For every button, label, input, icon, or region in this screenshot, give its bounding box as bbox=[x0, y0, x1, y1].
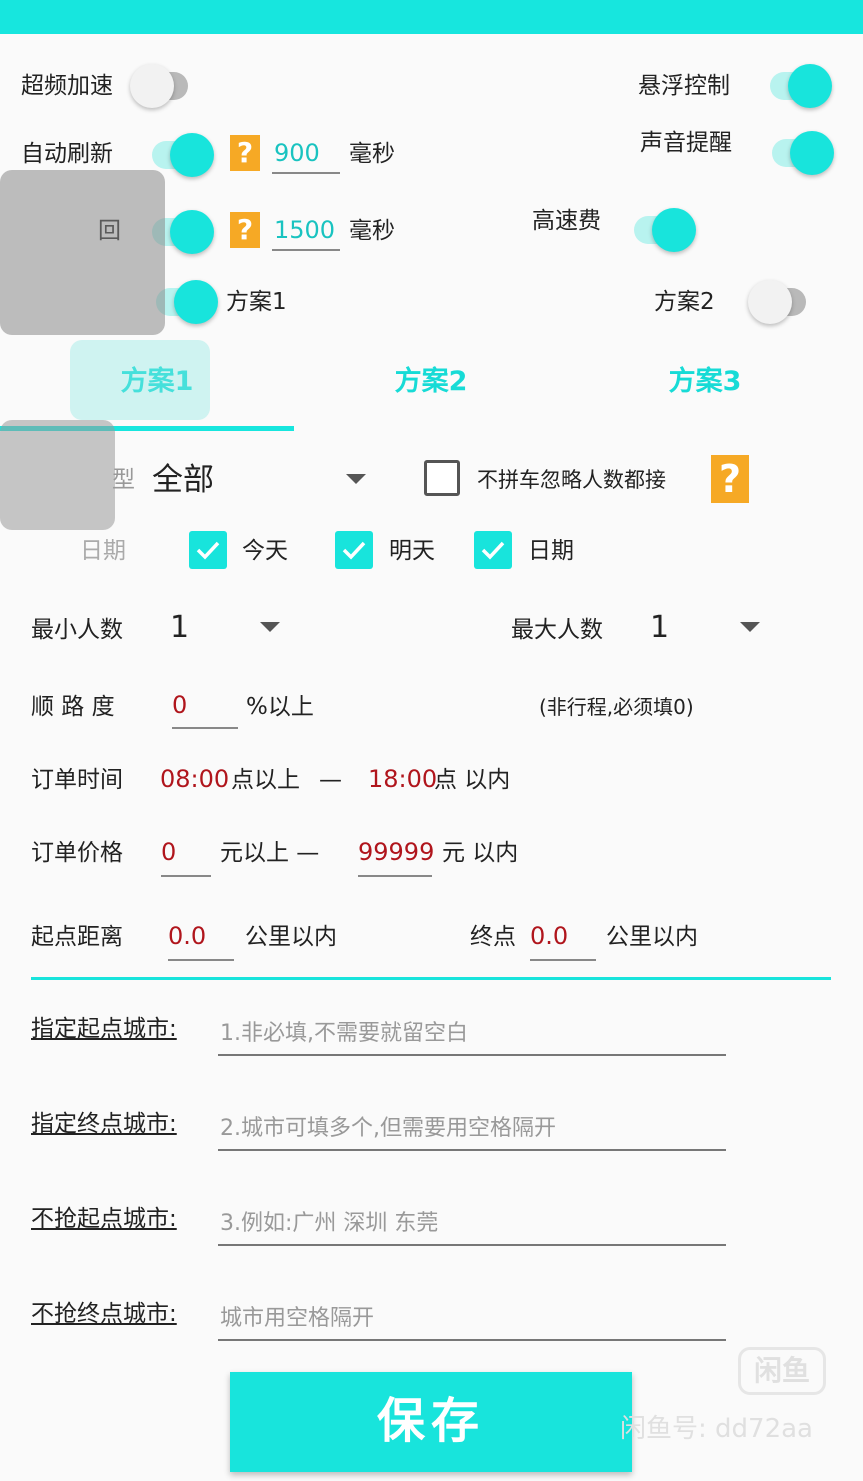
chevron-down-icon[interactable] bbox=[740, 622, 760, 632]
input-underline bbox=[272, 172, 340, 174]
highway-fee-toggle[interactable] bbox=[630, 206, 696, 254]
input-underline bbox=[358, 875, 432, 877]
order-time-label: 订单时间 bbox=[31, 767, 123, 793]
exclude-start-city-label: 不抢起点城市: bbox=[31, 1206, 177, 1232]
sound-alert-label: 声音提醒 bbox=[640, 130, 732, 156]
price-max-input[interactable]: 99999 bbox=[358, 837, 434, 867]
time-start-suffix: 点以上 bbox=[231, 767, 300, 793]
price-max-suffix: 元 以内 bbox=[442, 840, 519, 866]
tab-plan3[interactable]: 方案3 bbox=[605, 362, 805, 402]
float-control-label: 悬浮控制 bbox=[638, 73, 730, 99]
start-distance-unit: 公里以内 bbox=[245, 924, 337, 950]
time-start-input[interactable]: 08:00 bbox=[160, 764, 229, 794]
input-underline bbox=[168, 959, 234, 961]
end-city-input[interactable] bbox=[218, 1107, 726, 1151]
order-price-label: 订单价格 bbox=[31, 840, 123, 866]
plan2-toggle[interactable] bbox=[748, 278, 810, 326]
auto-refresh-label: 自动刷新 bbox=[21, 141, 113, 167]
min-people-label: 最小人数 bbox=[31, 617, 123, 643]
date-option-label: 日期 bbox=[528, 538, 574, 564]
input-underline bbox=[272, 249, 340, 251]
max-people-label: 最大人数 bbox=[511, 617, 603, 643]
sound-alert-toggle[interactable] bbox=[768, 129, 834, 177]
save-button[interactable]: 保存 bbox=[230, 1372, 632, 1472]
price-min-suffix: 元以上 — bbox=[220, 840, 320, 866]
ms-unit-label: 毫秒 bbox=[349, 218, 395, 244]
watermark-logo: 闲鱼 bbox=[738, 1347, 826, 1395]
tab-plan2[interactable]: 方案2 bbox=[331, 362, 531, 402]
start-city-label: 指定起点城市: bbox=[31, 1016, 177, 1042]
input-underline bbox=[530, 959, 596, 961]
today-checkbox[interactable] bbox=[189, 531, 227, 569]
time-end-input[interactable]: 18:00 bbox=[368, 764, 437, 794]
start-distance-label: 起点距离 bbox=[31, 924, 123, 950]
top-app-bar bbox=[0, 0, 863, 34]
route-label: 顺 路 度 bbox=[31, 694, 115, 720]
watermark-text: 闲鱼号: dd72aa bbox=[620, 1414, 813, 1444]
overclock-label: 超频加速 bbox=[21, 73, 113, 99]
no-carpool-label: 不拼车忽略人数都接 bbox=[477, 468, 666, 492]
start-city-input[interactable] bbox=[218, 1012, 726, 1056]
highway-fee-label: 高速费 bbox=[532, 208, 601, 234]
input-underline bbox=[172, 727, 238, 729]
exclude-end-city-label: 不抢终点城市: bbox=[31, 1301, 177, 1327]
start-distance-input[interactable]: 0.0 bbox=[168, 921, 206, 951]
help-icon[interactable]: ? bbox=[711, 455, 749, 503]
tomorrow-checkbox[interactable] bbox=[335, 531, 373, 569]
exclude-start-city-input[interactable] bbox=[218, 1202, 726, 1246]
min-people-select-value[interactable]: 1 bbox=[170, 610, 189, 646]
censor-smudge bbox=[70, 340, 210, 420]
chevron-down-icon[interactable] bbox=[346, 474, 366, 484]
input-underline bbox=[161, 875, 211, 877]
help-icon[interactable]: ? bbox=[230, 135, 260, 171]
price-min-input[interactable]: 0 bbox=[161, 837, 176, 867]
today-label: 今天 bbox=[242, 538, 288, 564]
date-checkbox[interactable] bbox=[474, 531, 512, 569]
route-note-label: (非行程,必须填0) bbox=[539, 695, 694, 719]
chevron-down-icon[interactable] bbox=[260, 622, 280, 632]
plan2-label: 方案2 bbox=[654, 289, 715, 315]
type-label: 型 bbox=[112, 467, 135, 493]
section-divider bbox=[31, 977, 831, 980]
route-unit-label: %以上 bbox=[246, 694, 314, 720]
time-dash: — bbox=[319, 767, 342, 793]
end-city-label: 指定终点城市: bbox=[31, 1111, 177, 1137]
float-control-toggle[interactable] bbox=[766, 62, 832, 110]
row3-interval-input[interactable]: 1500 bbox=[274, 215, 335, 245]
end-distance-input[interactable]: 0.0 bbox=[530, 921, 568, 951]
censor-smudge bbox=[0, 170, 165, 335]
end-distance-unit: 公里以内 bbox=[606, 924, 698, 950]
plan1-label: 方案1 bbox=[226, 289, 287, 315]
tomorrow-label: 明天 bbox=[389, 538, 435, 564]
end-distance-label: 终点 bbox=[470, 924, 516, 950]
type-select-value[interactable]: 全部 bbox=[152, 460, 214, 500]
time-end-suffix: 点 以内 bbox=[434, 767, 511, 793]
help-icon[interactable]: ? bbox=[230, 212, 260, 248]
overclock-toggle[interactable] bbox=[130, 62, 192, 110]
max-people-select-value[interactable]: 1 bbox=[650, 610, 669, 646]
date-label: 日期 bbox=[80, 538, 126, 564]
auto-refresh-interval-input[interactable]: 900 bbox=[274, 138, 320, 168]
ms-unit-label: 毫秒 bbox=[349, 141, 395, 167]
no-carpool-checkbox[interactable] bbox=[424, 460, 460, 496]
route-input[interactable]: 0 bbox=[172, 690, 187, 720]
exclude-end-city-input[interactable] bbox=[218, 1297, 726, 1341]
censor-smudge bbox=[0, 420, 115, 530]
